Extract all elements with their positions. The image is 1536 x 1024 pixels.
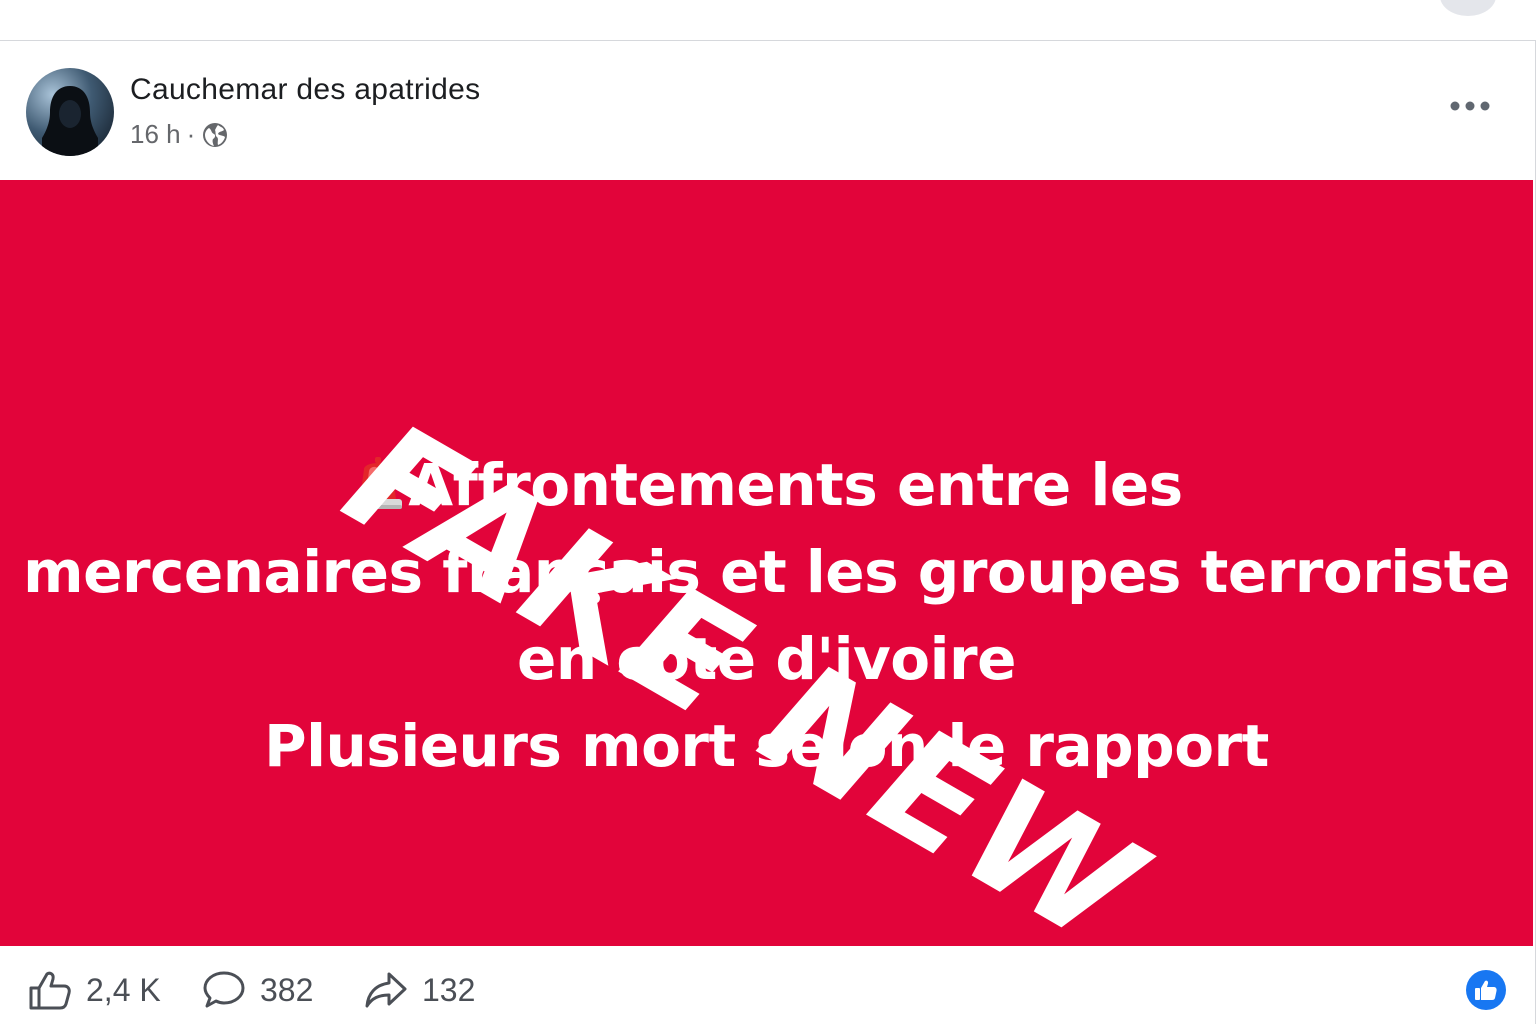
globe-icon[interactable] bbox=[201, 121, 229, 149]
top-bar bbox=[0, 0, 1536, 41]
share-arrow-icon bbox=[365, 972, 407, 1008]
thumbs-up-icon bbox=[29, 971, 71, 1010]
post-image[interactable]: Affrontements entre les mercenaires fran… bbox=[0, 180, 1533, 946]
top-bar-button[interactable] bbox=[1440, 0, 1496, 16]
more-options-button[interactable] bbox=[1448, 91, 1492, 121]
share-button[interactable]: 132 bbox=[364, 970, 475, 1010]
like-button[interactable]: 2,4 K bbox=[28, 970, 161, 1010]
avatar[interactable] bbox=[26, 68, 114, 156]
more-options-icon bbox=[1450, 101, 1490, 111]
headline-line-1: Affrontements entre les bbox=[0, 442, 1533, 529]
comment-count: 382 bbox=[260, 971, 314, 1008]
comment-button[interactable]: 382 bbox=[202, 970, 313, 1010]
post-header: Cauchemar des apatrides 16 h · bbox=[0, 41, 1536, 181]
post-meta: 16 h · bbox=[130, 119, 229, 150]
meta-separator: · bbox=[186, 119, 196, 149]
hooded-figure-icon bbox=[42, 86, 98, 156]
post-card: Cauchemar des apatrides 16 h · Affrontem… bbox=[0, 41, 1536, 1024]
comment-bubble-icon bbox=[203, 971, 245, 1008]
author-name[interactable]: Cauchemar des apatrides bbox=[130, 73, 480, 107]
like-reaction-badge[interactable] bbox=[1466, 970, 1506, 1010]
share-count: 132 bbox=[422, 971, 476, 1008]
like-count: 2,4 K bbox=[86, 971, 161, 1008]
post-footer: 2,4 K 382 132 bbox=[0, 946, 1536, 1024]
post-time[interactable]: 16 h bbox=[130, 119, 181, 150]
like-reaction-icon bbox=[1475, 980, 1497, 1000]
